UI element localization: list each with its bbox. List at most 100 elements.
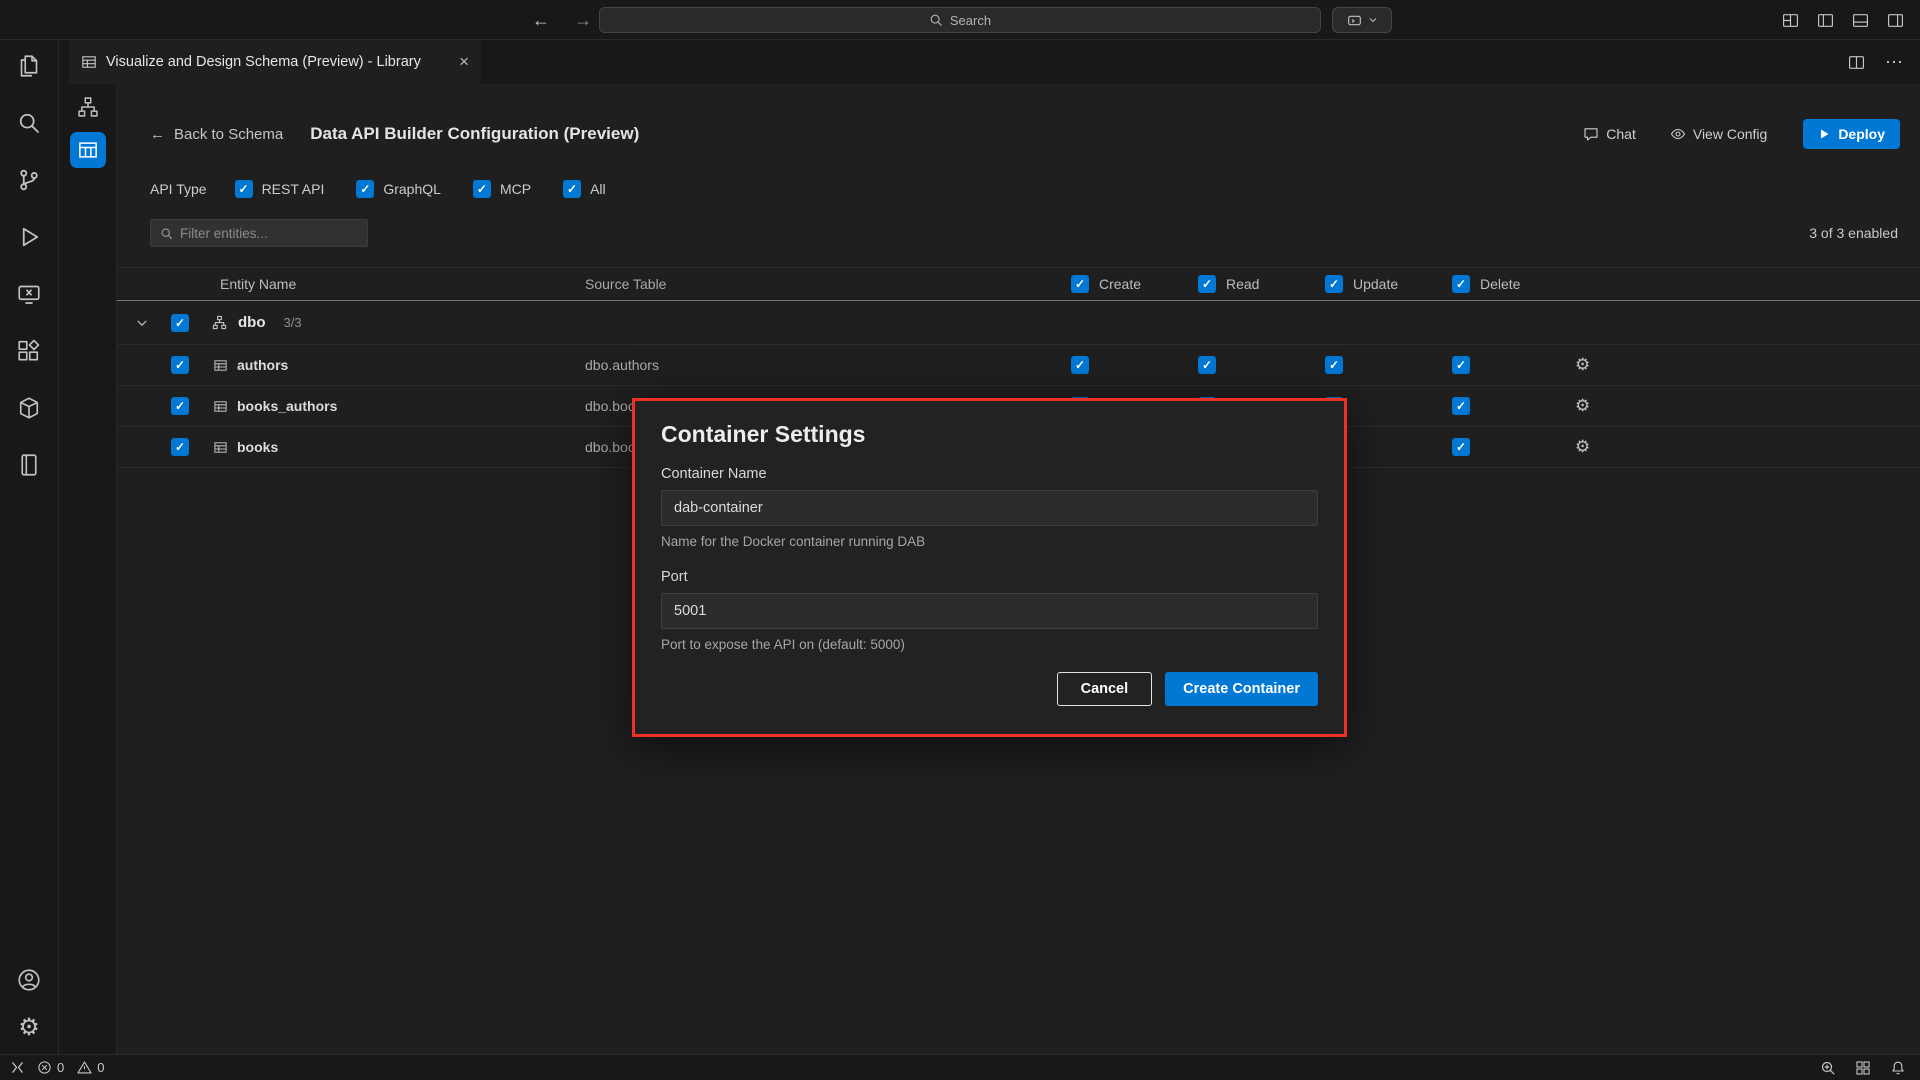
page-toolbar: ← Back to Schema Data API Builder Config… [150,118,1900,150]
chat-button[interactable]: Chat [1583,126,1636,142]
source-control-icon[interactable] [17,168,41,192]
chat-icon [1583,126,1599,142]
create-checkbox[interactable]: ✓ [1071,356,1089,374]
nav-forward-icon[interactable]: → [574,10,592,31]
back-to-schema-link[interactable]: ← Back to Schema [150,126,283,143]
header-entity-name: Entity Name [117,276,585,292]
search-label: Search [950,13,991,28]
rest-api-checkbox[interactable]: ✓ [235,180,253,198]
search-sidebar-icon[interactable] [17,111,41,135]
schema-group-name: dbo [238,314,266,331]
entity-name: authors [237,357,288,373]
select-all-update-checkbox[interactable]: ✓ [1325,275,1343,293]
update-checkbox[interactable]: ✓ [1325,356,1343,374]
title-bar: ← → Search [0,0,1920,40]
filter-mcp[interactable]: ✓ MCP [473,180,531,198]
row-checkbox[interactable]: ✓ [171,397,189,415]
bell-icon[interactable] [1890,1060,1906,1076]
group-checkbox[interactable]: ✓ [171,314,189,332]
all-label: All [590,181,606,197]
notebook-icon[interactable] [17,453,41,477]
filter-rest-api[interactable]: ✓ REST API [235,180,325,198]
table-row: ✓ authors dbo.authors ✓ ✓ ✓ ✓ ⚙ [117,345,1920,386]
check-icon: ✓ [567,183,577,195]
toggle-secondary-sidebar-icon[interactable] [1887,12,1904,29]
split-editor-icon[interactable] [1848,54,1865,71]
command-center-search[interactable]: Search [599,7,1321,33]
more-actions-icon[interactable]: ⋯ [1885,52,1904,73]
enabled-summary: 3 of 3 enabled [1809,225,1898,241]
container-name-input[interactable] [661,490,1318,526]
session-icon [1347,13,1362,28]
graphql-checkbox[interactable]: ✓ [356,180,374,198]
layout-grid-icon[interactable] [1855,1060,1871,1076]
chevron-down-icon[interactable] [135,316,149,330]
row-settings-gear-icon[interactable]: ⚙ [1575,355,1590,374]
check-icon: ✓ [175,359,185,371]
tab-visualize-design-schema[interactable]: Visualize and Design Schema (Preview) - … [69,40,481,84]
port-input[interactable] [661,593,1318,629]
check-icon: ✓ [175,441,185,453]
dab-config-view-icon[interactable] [70,132,106,168]
table-icon [213,399,228,414]
header-read: Read [1226,276,1259,292]
row-settings-gear-icon[interactable]: ⚙ [1575,396,1590,415]
extensions-icon[interactable] [17,339,41,363]
schema-group-count: 3/3 [284,315,302,330]
toggle-panel-icon[interactable] [1852,12,1869,29]
select-all-read-checkbox[interactable]: ✓ [1198,275,1216,293]
activity-bar: ⚙ [0,40,59,1054]
customize-layout-icon[interactable] [1782,12,1799,29]
filter-graphql[interactable]: ✓ GraphQL [356,180,441,198]
table-icon [213,358,228,373]
page-title: Data API Builder Configuration (Preview) [310,124,639,144]
explorer-icon[interactable] [17,54,41,78]
warning-count: 0 [97,1060,104,1075]
nav-back-icon[interactable]: ← [532,10,550,31]
session-dropdown[interactable] [1332,7,1392,33]
check-icon: ✓ [1456,400,1466,412]
database-projects-icon[interactable] [17,396,41,420]
schema-view-icon[interactable] [77,96,99,118]
read-checkbox[interactable]: ✓ [1198,356,1216,374]
remote-explorer-icon[interactable] [17,282,41,306]
api-type-filters: API Type ✓ REST API ✓ GraphQL ✓ MCP [150,176,638,202]
view-config-button[interactable]: View Config [1670,126,1767,142]
search-icon [160,227,173,240]
header-delete: Delete [1480,276,1520,292]
deploy-button[interactable]: Deploy [1803,119,1900,149]
delete-checkbox[interactable]: ✓ [1452,438,1470,456]
all-checkbox[interactable]: ✓ [563,180,581,198]
cancel-button[interactable]: Cancel [1057,672,1153,706]
row-checkbox[interactable]: ✓ [171,438,189,456]
check-icon: ✓ [360,183,370,195]
tab-close-icon[interactable]: × [459,52,469,72]
tab-label: Visualize and Design Schema (Preview) - … [106,54,421,70]
filter-all[interactable]: ✓ All [563,180,606,198]
schema-group-row[interactable]: ✓ dbo 3/3 [117,301,1920,345]
filter-entities-field[interactable] [150,219,368,247]
settings-gear-icon[interactable]: ⚙ [18,1016,40,1040]
delete-checkbox[interactable]: ✓ [1452,356,1470,374]
row-checkbox[interactable]: ✓ [171,356,189,374]
toggle-sidebar-icon[interactable] [1817,12,1834,29]
search-icon [929,13,943,27]
select-all-create-checkbox[interactable]: ✓ [1071,275,1089,293]
create-container-button[interactable]: Create Container [1165,672,1318,706]
mcp-label: MCP [500,181,531,197]
delete-checkbox[interactable]: ✓ [1452,397,1470,415]
problems-indicator[interactable]: 0 0 [37,1060,104,1075]
check-icon: ✓ [1202,359,1212,371]
header-source-table: Source Table [585,276,1055,292]
run-debug-icon[interactable] [17,225,41,249]
mcp-checkbox[interactable]: ✓ [473,180,491,198]
check-icon: ✓ [1202,278,1212,290]
account-icon[interactable] [17,968,41,992]
select-all-delete-checkbox[interactable]: ✓ [1452,275,1470,293]
filter-entities-input[interactable] [180,226,358,241]
entity-name: books [237,439,278,455]
zoom-icon[interactable] [1820,1060,1836,1076]
row-settings-gear-icon[interactable]: ⚙ [1575,437,1590,456]
remote-indicator[interactable] [10,1060,25,1075]
entity-name: books_authors [237,398,337,414]
